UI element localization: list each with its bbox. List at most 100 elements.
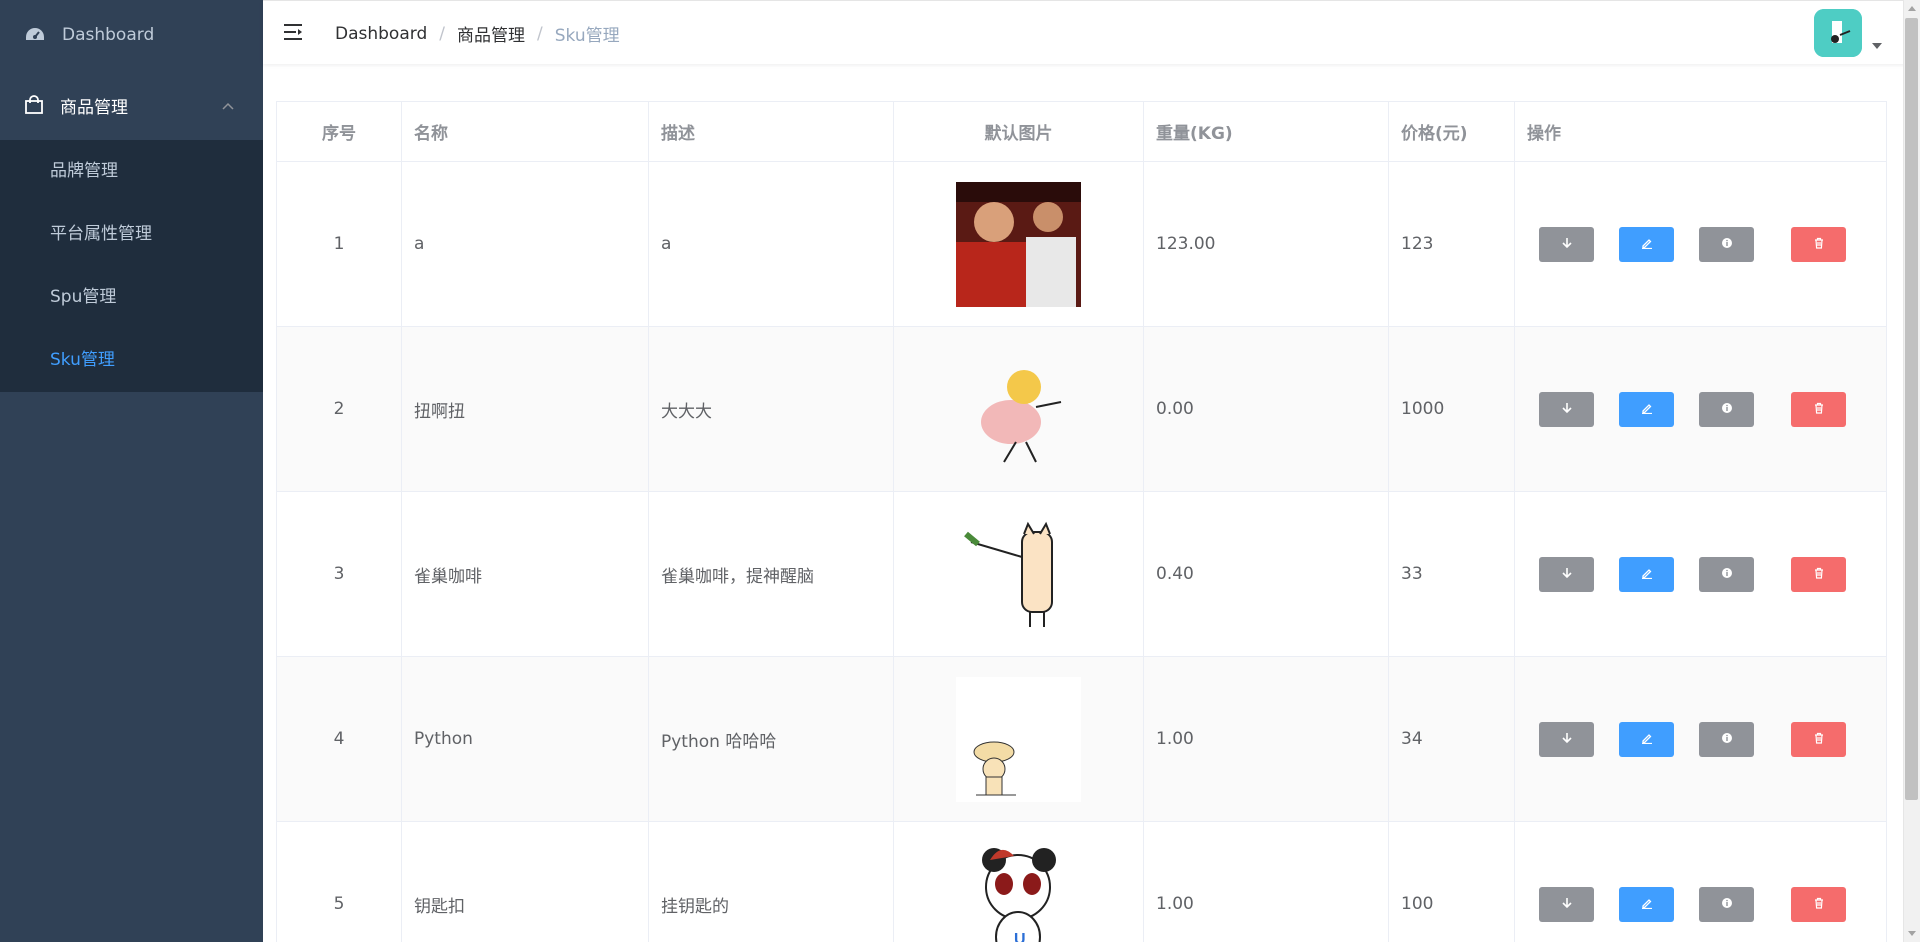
- edit-icon: [1641, 894, 1653, 914]
- cell-actions: [1514, 491, 1887, 657]
- arrow-down-icon: [1561, 564, 1573, 584]
- edit-button[interactable]: [1619, 226, 1674, 262]
- sidebar-submenu: 品牌管理 平台属性管理 Spu管理 Sku管理: [0, 140, 263, 392]
- cell-name: 扭啊扭: [401, 326, 649, 492]
- scrollbar-thumb[interactable]: [1905, 18, 1918, 800]
- delete-button[interactable]: [1791, 391, 1846, 427]
- info-button[interactable]: [1699, 721, 1754, 757]
- action-buttons: [1527, 886, 1886, 922]
- avatar[interactable]: [1814, 9, 1862, 57]
- sku-default-image: [894, 511, 1143, 637]
- onsale-button[interactable]: [1539, 391, 1594, 427]
- info-icon: [1721, 894, 1733, 914]
- table-header-row: 序号 名称 描述 默认图片 重量(KG) 价格(元) 操作: [276, 101, 1887, 162]
- delete-button[interactable]: [1791, 226, 1846, 262]
- trash-icon: [1813, 894, 1825, 914]
- cell-desc: 挂钥匙的: [648, 821, 894, 942]
- arrow-down-icon: [1561, 234, 1573, 254]
- column-header-name: 名称: [401, 101, 649, 162]
- cell-price: 1000: [1388, 326, 1515, 492]
- onsale-button[interactable]: [1539, 886, 1594, 922]
- cell-name: Python: [401, 656, 649, 822]
- table-row: 1 a a 123.00 123: [276, 161, 1887, 327]
- info-button[interactable]: [1699, 886, 1754, 922]
- cell-image: U: [893, 821, 1144, 942]
- delete-button[interactable]: [1791, 721, 1846, 757]
- onsale-button[interactable]: [1539, 556, 1594, 592]
- cell-image: [893, 161, 1144, 327]
- edit-button[interactable]: [1619, 721, 1674, 757]
- sku-default-image: [894, 676, 1143, 802]
- sidebar-item-brand[interactable]: 品牌管理: [0, 140, 263, 203]
- sku-default-image: U: [894, 841, 1143, 942]
- scroll-down-arrow-icon[interactable]: [1908, 931, 1916, 936]
- shopping-bag-icon: [24, 95, 44, 115]
- sku-table: 序号 名称 描述 默认图片 重量(KG) 价格(元) 操作 1 a a 123.00 1…: [276, 101, 1887, 942]
- delete-button[interactable]: [1791, 556, 1846, 592]
- sidebar: Dashboard 商品管理 品牌管理 平台属性管理 Spu管理 Sku管理: [0, 0, 263, 942]
- hamburger-icon[interactable]: [283, 21, 305, 43]
- edit-icon: [1641, 234, 1653, 254]
- cell-actions: [1514, 821, 1887, 942]
- sidebar-group-label: 商品管理: [60, 97, 128, 118]
- cell-weight: 0.00: [1143, 326, 1389, 492]
- cell-desc: 大大大: [648, 326, 894, 492]
- info-button[interactable]: [1699, 391, 1754, 427]
- edit-icon: [1641, 729, 1653, 749]
- cell-price: 123: [1388, 161, 1515, 327]
- cell-index: 2: [276, 326, 402, 492]
- action-buttons: [1527, 556, 1886, 592]
- scroll-up-arrow-icon[interactable]: [1908, 6, 1916, 11]
- breadcrumb-product[interactable]: 商品管理: [457, 21, 525, 46]
- cell-index: 5: [276, 821, 402, 942]
- edit-button[interactable]: [1619, 391, 1674, 427]
- breadcrumb-current: Sku管理: [554, 26, 620, 46]
- sku-default-image: [894, 181, 1143, 307]
- onsale-button[interactable]: [1539, 721, 1594, 757]
- sidebar-item-sku[interactable]: Sku管理: [0, 329, 263, 392]
- arrow-down-icon: [1561, 399, 1573, 419]
- info-button[interactable]: [1699, 556, 1754, 592]
- table-row: 3 雀巢咖啡 雀巢咖啡，提神醒脑 0.40 33: [276, 491, 1887, 657]
- info-icon: [1721, 564, 1733, 584]
- cell-price: 100: [1388, 821, 1515, 942]
- edit-button[interactable]: [1619, 556, 1674, 592]
- breadcrumb-dashboard[interactable]: Dashboard: [335, 24, 427, 44]
- edit-button[interactable]: [1619, 886, 1674, 922]
- cell-index: 4: [276, 656, 402, 822]
- action-buttons: [1527, 391, 1886, 427]
- column-header-weight: 重量(KG): [1143, 101, 1389, 162]
- info-button[interactable]: [1699, 226, 1754, 262]
- cell-image: [893, 326, 1144, 492]
- cell-name: 钥匙扣: [401, 821, 649, 942]
- table-row: 2 扭啊扭 大大大 0.00 1000: [276, 326, 1887, 492]
- delete-button[interactable]: [1791, 886, 1846, 922]
- table-row: 5 钥匙扣 挂钥匙的 U 1.00 100: [276, 821, 1887, 942]
- action-buttons: [1527, 226, 1886, 262]
- sidebar-group-product[interactable]: 商品管理: [0, 70, 263, 140]
- breadcrumb-separator: /: [439, 23, 445, 44]
- column-header-index: 序号: [276, 101, 402, 162]
- action-buttons: [1527, 721, 1886, 757]
- trash-icon: [1813, 234, 1825, 254]
- vertical-scrollbar[interactable]: [1903, 0, 1920, 942]
- cell-price: 33: [1388, 491, 1515, 657]
- table-row: 4 Python Python 哈哈哈 1.00 34: [276, 656, 1887, 822]
- onsale-button[interactable]: [1539, 226, 1594, 262]
- column-header-actions: 操作: [1514, 101, 1887, 162]
- sidebar-item-attr[interactable]: 平台属性管理: [0, 203, 263, 266]
- edit-icon: [1641, 399, 1653, 419]
- trash-icon: [1813, 729, 1825, 749]
- edit-icon: [1641, 564, 1653, 584]
- sidebar-item-spu[interactable]: Spu管理: [0, 266, 263, 329]
- arrow-down-icon: [1561, 729, 1573, 749]
- arrow-down-icon: [1561, 894, 1573, 914]
- app: Dashboard 商品管理 品牌管理 平台属性管理 Spu管理 Sku管理 D…: [0, 0, 1920, 942]
- chevron-up-icon: [221, 98, 235, 112]
- column-header-desc: 描述: [648, 101, 894, 162]
- dropdown-caret-icon[interactable]: [1872, 43, 1882, 49]
- sidebar-item-dashboard[interactable]: Dashboard: [0, 0, 263, 70]
- dashboard-icon: [25, 25, 45, 45]
- sku-default-image: [894, 346, 1143, 472]
- cell-desc: a: [648, 161, 894, 327]
